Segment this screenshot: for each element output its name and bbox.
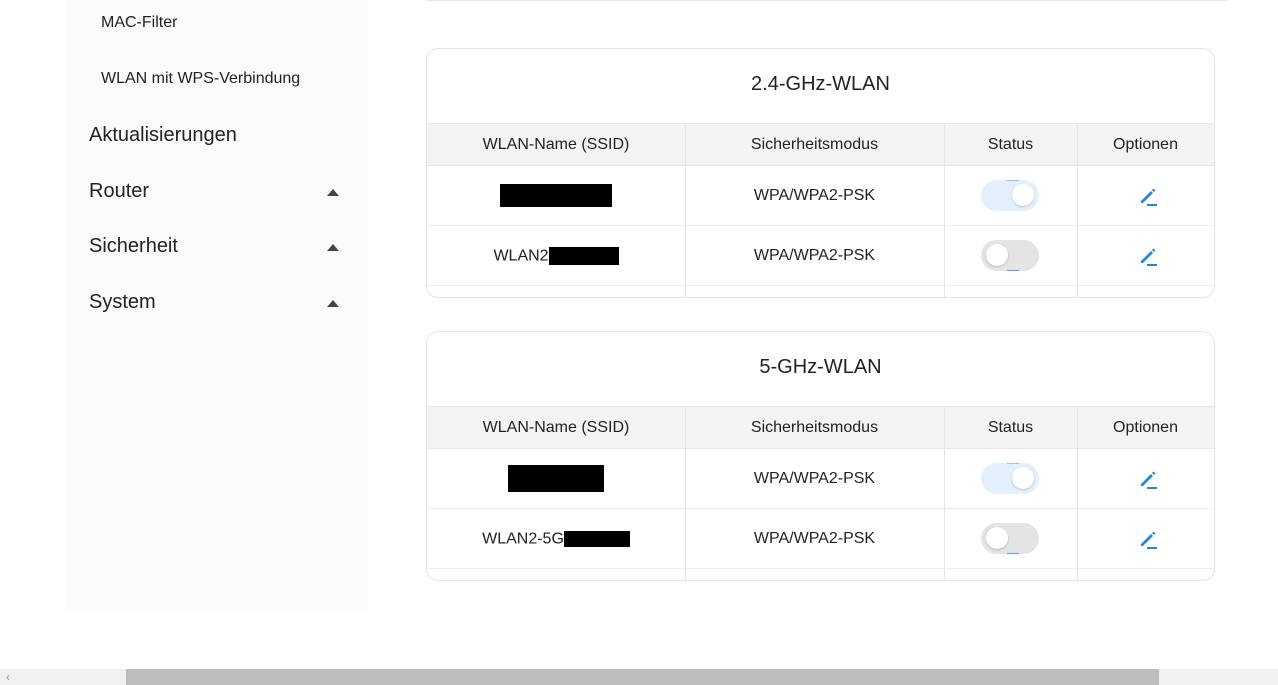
column-header-security: Sicherheitsmodus: [750, 136, 879, 153]
toggle-knob: [1012, 467, 1034, 489]
redacted-ssid: [563, 530, 630, 547]
card-title: 2.4-GHz-WLAN: [751, 73, 890, 95]
table-row: WLAN2-5G WPA/WPA2-PSK: [427, 509, 1214, 569]
table-header: WLAN-Name (SSID) Sicherheitsmodus Status…: [427, 406, 1214, 449]
table-row: WPA/WPA2-PSK: [427, 166, 1214, 226]
sidebar-item-label: Sicherheit: [89, 235, 178, 257]
sidebar-item-wlan-wps[interactable]: WLAN mit WPS-Verbindung: [101, 70, 300, 88]
horizontal-scrollbar[interactable]: ‹: [0, 669, 1278, 685]
security-cell: WPA/WPA2-PSK: [753, 530, 876, 547]
sidebar-item-label: Aktualisierungen: [89, 124, 237, 146]
redacted-ssid: [548, 246, 619, 265]
column-header-ssid: WLAN-Name (SSID): [482, 136, 630, 153]
card-title: 5-GHz-WLAN: [759, 356, 882, 378]
ssid-text: WLAN2-5G: [482, 530, 564, 548]
status-toggle[interactable]: [981, 180, 1039, 211]
wlan-card-5g: 5-GHz-WLAN WLAN-Name (SSID) Sicherheitsm…: [426, 331, 1215, 581]
pencil-edit-icon[interactable]: [1137, 185, 1159, 207]
column-header-security: Sicherheitsmodus: [750, 419, 879, 436]
column-header-status: Status: [987, 419, 1034, 436]
column-header-status: Status: [987, 136, 1034, 153]
divider: [427, 0, 1227, 1]
ssid-cell: WLAN2: [427, 226, 685, 285]
ssid-text: WLAN2: [493, 247, 549, 265]
caret-up-icon: [327, 244, 339, 251]
toggle-knob: [986, 527, 1008, 549]
toggle-knob: [986, 244, 1008, 266]
column-header-options: Optionen: [1113, 419, 1178, 436]
status-toggle[interactable]: [981, 240, 1039, 271]
security-cell: WPA/WPA2-PSK: [753, 187, 876, 204]
sidebar-item-label: Router: [89, 180, 150, 202]
redacted-ssid: [508, 465, 604, 493]
ssid-cell: [427, 166, 685, 225]
scrollbar-thumb[interactable]: [126, 669, 1159, 685]
caret-up-icon: [327, 300, 339, 307]
sidebar-item-label: System: [89, 291, 156, 313]
sidebar-item-mac-filter[interactable]: MAC-Filter: [101, 14, 177, 32]
status-toggle[interactable]: [981, 463, 1039, 494]
sidebar-item-aktualisierungen[interactable]: Aktualisierungen: [89, 120, 345, 150]
redacted-ssid: [500, 184, 612, 208]
security-cell: WPA/WPA2-PSK: [753, 470, 876, 487]
status-toggle[interactable]: [981, 523, 1039, 554]
ssid-cell: WLAN2-5G: [427, 509, 685, 568]
column-header-ssid: WLAN-Name (SSID): [482, 419, 630, 436]
table-header: WLAN-Name (SSID) Sicherheitsmodus Status…: [427, 123, 1214, 166]
wlan-card-2g: 2.4-GHz-WLAN WLAN-Name (SSID) Sicherheit…: [426, 48, 1215, 298]
pencil-edit-icon[interactable]: [1137, 468, 1159, 490]
security-cell: WPA/WPA2-PSK: [753, 247, 876, 264]
sidebar-item-sicherheit[interactable]: Sicherheit: [89, 231, 345, 261]
scroll-left-arrow-icon[interactable]: ‹: [0, 669, 16, 685]
table-row: WLAN2 WPA/WPA2-PSK: [427, 226, 1214, 286]
sidebar-item-system[interactable]: System: [89, 287, 345, 317]
sidebar-nav: MAC-Filter WLAN mit WPS-Verbindung Aktua…: [66, 0, 368, 609]
sidebar-item-router[interactable]: Router: [89, 176, 345, 206]
ssid-cell: [427, 449, 685, 508]
column-header-options: Optionen: [1113, 136, 1178, 153]
pencil-edit-icon[interactable]: [1137, 245, 1159, 267]
pencil-edit-icon[interactable]: [1137, 528, 1159, 550]
toggle-knob: [1012, 184, 1034, 206]
table-row: WPA/WPA2-PSK: [427, 449, 1214, 509]
caret-up-icon: [327, 189, 339, 196]
